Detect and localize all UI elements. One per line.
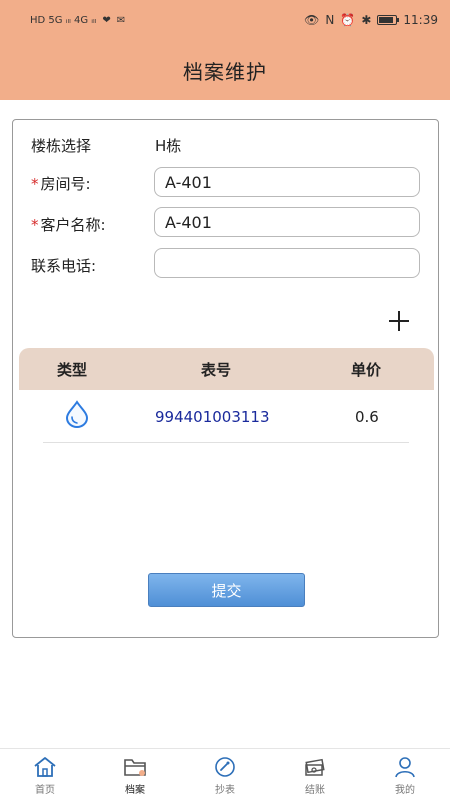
health-icon: ❤ bbox=[102, 14, 111, 26]
signal-text: HD 5G ᵢₗₗ 4G ᵢₗₗ bbox=[30, 14, 97, 26]
meter-number: 994401003113 bbox=[155, 408, 270, 426]
status-time: 11:39 bbox=[403, 13, 438, 27]
room-label-text: 房间号: bbox=[40, 175, 91, 193]
water-drop-icon bbox=[65, 400, 89, 428]
nav-label-checkout: 结账 bbox=[305, 784, 325, 796]
status-right: 👁 N ⏰ ✱ 11:39 bbox=[304, 13, 438, 27]
nav-item-archive[interactable]: 档案 bbox=[90, 749, 180, 801]
customer-label-text: 客户名称: bbox=[40, 216, 106, 234]
nav-label-mine: 我的 bbox=[395, 784, 415, 796]
building-label: 楼栋选择 bbox=[31, 137, 92, 155]
battery-icon bbox=[377, 15, 400, 25]
required-mark: * bbox=[31, 216, 39, 234]
user-icon bbox=[395, 756, 415, 777]
page-title: 档案维护 bbox=[183, 59, 267, 84]
bottom-nav: 首页 档案 抄表 结账 我的 bbox=[0, 748, 450, 801]
money-icon bbox=[305, 758, 325, 776]
status-left: HD 5G ᵢₗₗ 4G ᵢₗₗ ❤ ✉ bbox=[30, 15, 125, 26]
home-icon bbox=[34, 756, 56, 777]
bluetooth-icon: ✱ bbox=[361, 13, 372, 27]
status-bar: HD 5G ᵢₗₗ 4G ᵢₗₗ ❤ ✉ 👁 N ⏰ ✱ 11:39 bbox=[0, 0, 450, 40]
nav-item-mine[interactable]: 我的 bbox=[360, 749, 450, 801]
nav-label-meter-reading: 抄表 bbox=[215, 784, 235, 796]
building-row: 楼栋选择 H栋 bbox=[31, 135, 181, 156]
submit-button[interactable]: 提交 bbox=[148, 573, 305, 607]
meter-table-header: 类型 表号 单价 bbox=[19, 348, 434, 390]
header-price: 单价 bbox=[351, 360, 382, 379]
alarm-icon: ⏰ bbox=[340, 13, 356, 27]
phone-input[interactable] bbox=[154, 248, 420, 278]
room-input[interactable]: A-401 bbox=[154, 167, 420, 197]
phone-label: 联系电话: bbox=[31, 257, 97, 275]
required-mark: * bbox=[31, 175, 39, 193]
archive-form-card: 楼栋选择 H栋 * 房间号: A-401 * 客户名称: A-401 联系电话: 类… bbox=[12, 119, 439, 638]
unit-price: 0.6 bbox=[355, 408, 379, 426]
plus-icon bbox=[389, 311, 409, 331]
phone-row: 联系电话: bbox=[31, 255, 155, 276]
add-meter-button[interactable] bbox=[385, 307, 413, 335]
room-row: * 房间号: bbox=[31, 173, 155, 194]
nav-item-checkout[interactable]: 结账 bbox=[270, 749, 360, 801]
nav-label-archive: 档案 bbox=[125, 784, 145, 796]
nav-label-home: 首页 bbox=[35, 784, 55, 796]
customer-input[interactable]: A-401 bbox=[154, 207, 420, 237]
row-divider bbox=[43, 442, 409, 443]
building-select[interactable]: H栋 bbox=[155, 135, 181, 156]
header-meter-no: 表号 bbox=[201, 360, 232, 379]
nav-item-meter-reading[interactable]: 抄表 bbox=[180, 749, 270, 801]
customer-row: * 客户名称: bbox=[31, 214, 155, 235]
header: 档案维护 bbox=[0, 40, 450, 100]
nfc-icon: N bbox=[325, 13, 335, 27]
table-row[interactable]: 994401003113 0.6 bbox=[19, 392, 434, 442]
folder-icon bbox=[124, 758, 146, 776]
meter-reading-icon bbox=[215, 756, 235, 777]
message-icon: ✉ bbox=[116, 14, 126, 26]
eye-icon: 👁 bbox=[304, 13, 320, 27]
room-label: * 房间号: bbox=[31, 173, 155, 194]
nav-item-home[interactable]: 首页 bbox=[0, 749, 90, 801]
header-type: 类型 bbox=[57, 360, 88, 379]
customer-label: * 客户名称: bbox=[31, 214, 155, 235]
